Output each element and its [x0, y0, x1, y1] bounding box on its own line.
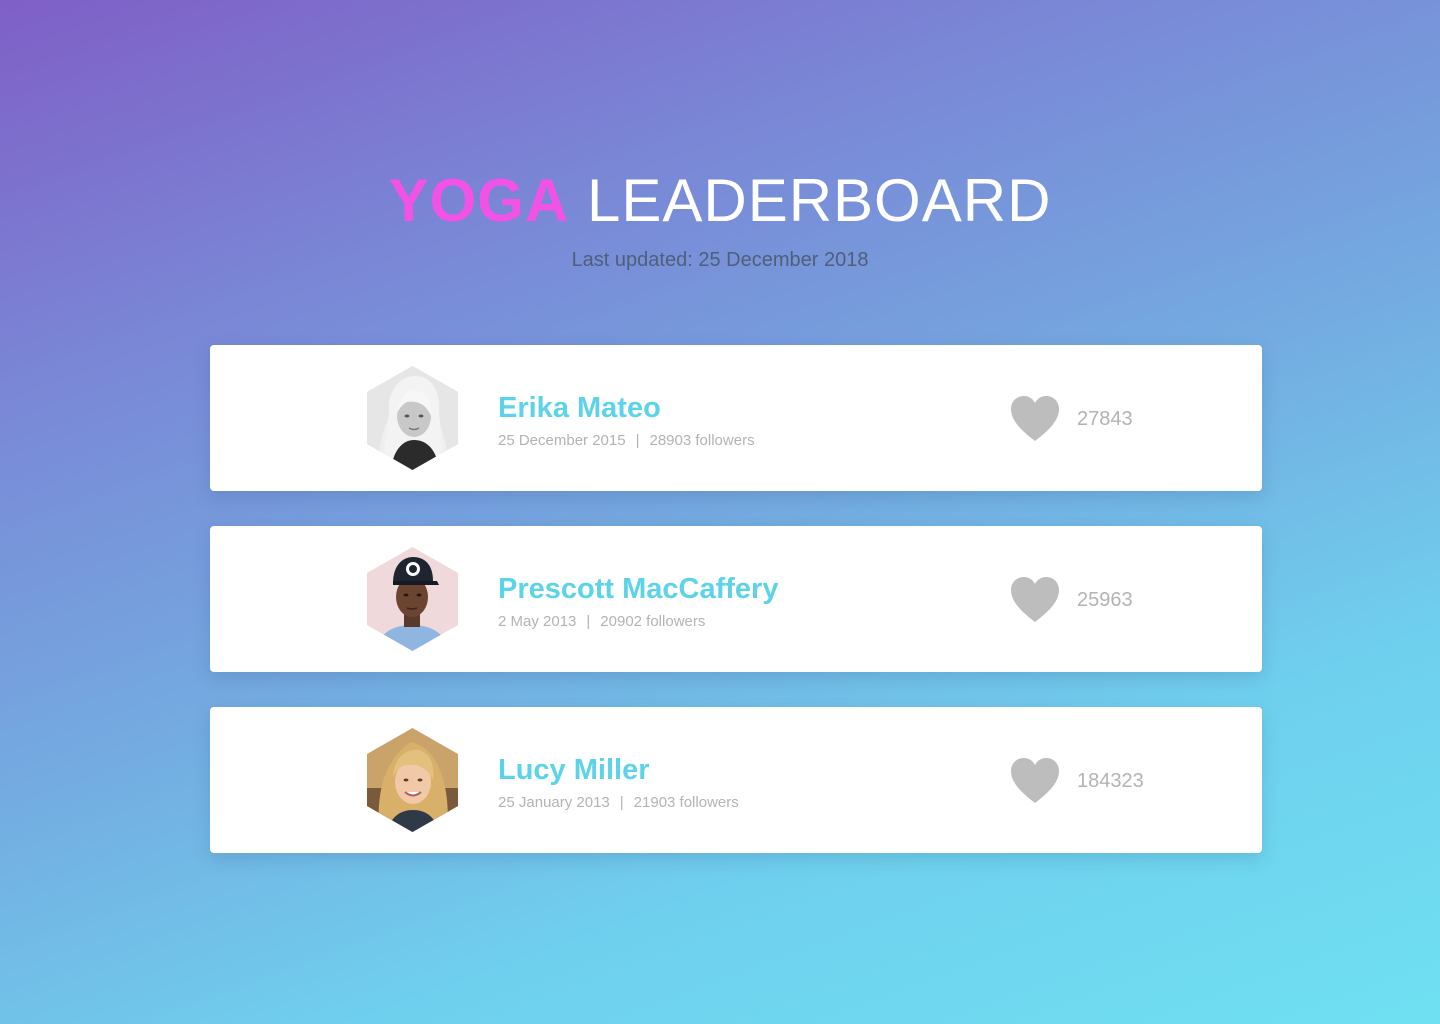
avatar-photo-prescott — [367, 547, 458, 651]
leaderboard-card[interactable]: Erika Mateo 25 December 2015 | 28903 follo… — [210, 345, 1262, 491]
user-info: Lucy Miller 25 January 2013 | 21903 follow… — [498, 753, 739, 813]
join-date: 25 December 2015 — [498, 432, 626, 449]
followers-count: 21903 followers — [633, 794, 739, 811]
meta-separator: | — [619, 794, 624, 811]
join-date: 25 January 2013 — [498, 794, 610, 811]
likes-group: 184323 — [1010, 757, 1144, 805]
followers-count: 20902 followers — [600, 613, 706, 630]
heart-icon[interactable] — [1010, 576, 1060, 624]
likes-count: 25963 — [1077, 588, 1133, 611]
title-accent: YOGA — [388, 167, 570, 234]
leaderboard-card[interactable]: Prescott MacCaffery 2 May 2013 | 20902 fol… — [210, 526, 1262, 672]
likes-group: 25963 — [1010, 576, 1133, 624]
page-header: YOGA LEADERBOARD Last updated: 25 Decemb… — [0, 162, 1440, 274]
avatar[interactable] — [367, 547, 458, 651]
avatar-photo-lucy — [367, 728, 458, 832]
page-title: YOGA LEADERBOARD — [0, 162, 1440, 240]
join-date: 2 May 2013 — [498, 613, 577, 630]
avatar-photo-erika — [367, 366, 458, 470]
meta-separator: | — [586, 613, 591, 630]
user-meta: 2 May 2013 | 20902 followers — [498, 612, 778, 632]
heart-icon[interactable] — [1010, 395, 1060, 443]
user-info: Erika Mateo 25 December 2015 | 28903 follo… — [498, 391, 755, 451]
likes-group: 27843 — [1010, 395, 1133, 443]
avatar[interactable] — [367, 728, 458, 832]
user-info: Prescott MacCaffery 2 May 2013 | 20902 fol… — [498, 572, 778, 632]
user-name[interactable]: Prescott MacCaffery — [498, 572, 778, 606]
title-main: LEADERBOARD — [586, 167, 1052, 234]
likes-count: 27843 — [1077, 407, 1133, 430]
leaderboard-card[interactable]: Lucy Miller 25 January 2013 | 21903 follow… — [210, 707, 1262, 853]
followers-count: 28903 followers — [649, 432, 755, 449]
avatar[interactable] — [367, 366, 458, 470]
user-meta: 25 January 2013 | 21903 followers — [498, 793, 739, 813]
user-meta: 25 December 2015 | 28903 followers — [498, 431, 755, 451]
user-name[interactable]: Erika Mateo — [498, 391, 755, 425]
last-updated-text: Last updated: 25 December 2018 — [571, 249, 869, 271]
heart-icon[interactable] — [1010, 757, 1060, 805]
leaderboard-list: Erika Mateo 25 December 2015 | 28903 follo… — [210, 345, 1262, 888]
user-name[interactable]: Lucy Miller — [498, 753, 739, 787]
likes-count: 184323 — [1077, 769, 1144, 792]
meta-separator: | — [635, 432, 640, 449]
